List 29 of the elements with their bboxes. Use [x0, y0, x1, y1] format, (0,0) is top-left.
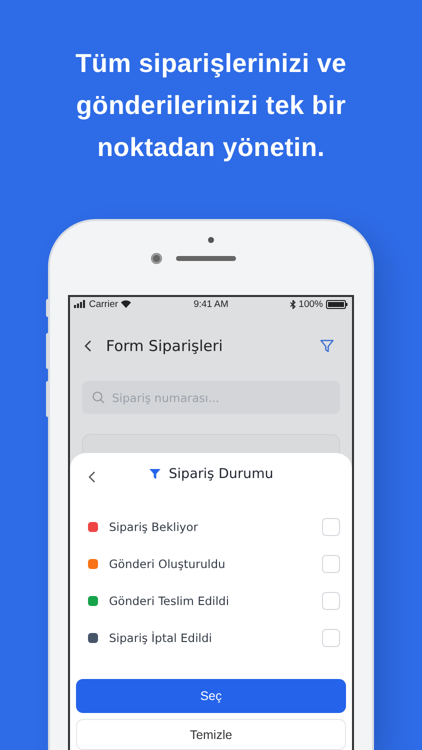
sensor-icon [208, 237, 214, 243]
option-label: Sipariş Bekliyor [109, 520, 199, 534]
sheet-title: Sipariş Durumu [168, 466, 274, 482]
option-label: Gönderi Oluşturuldu [109, 557, 226, 572]
battery-icon [326, 300, 348, 308]
clear-button[interactable]: Temizle [76, 719, 346, 750]
signal-icon [74, 300, 86, 308]
headline: Tüm siparişlerinizi ve gönderilerinizi tek bir noktadan yönetin. [74, 47, 348, 164]
battery-label: 100% [298, 298, 323, 310]
status-time: 9:41 AM [194, 298, 228, 310]
checkbox[interactable] [322, 555, 340, 574]
back-icon[interactable] [88, 471, 96, 483]
bluetooth-icon [290, 300, 296, 308]
camera-icon [150, 253, 162, 264]
back-icon[interactable] [84, 340, 92, 352]
search-field[interactable]: Sipariş numarası... [82, 381, 340, 414]
option-label: Gönderi Teslim Edildi [109, 594, 230, 608]
filter-icon [148, 468, 161, 480]
checkbox[interactable] [322, 518, 340, 536]
speaker-icon [176, 256, 236, 261]
wifi-icon [121, 300, 132, 308]
search-icon [92, 391, 105, 404]
select-button[interactable]: Seç [76, 678, 346, 714]
carrier-label: Carrier [89, 298, 118, 310]
filter-icon[interactable] [320, 339, 334, 353]
checkbox[interactable] [322, 592, 340, 610]
option-label: Sipariş İptal Edildi [109, 631, 213, 646]
checkbox[interactable] [322, 629, 340, 648]
screen-title: Form Siparişleri [106, 337, 224, 355]
